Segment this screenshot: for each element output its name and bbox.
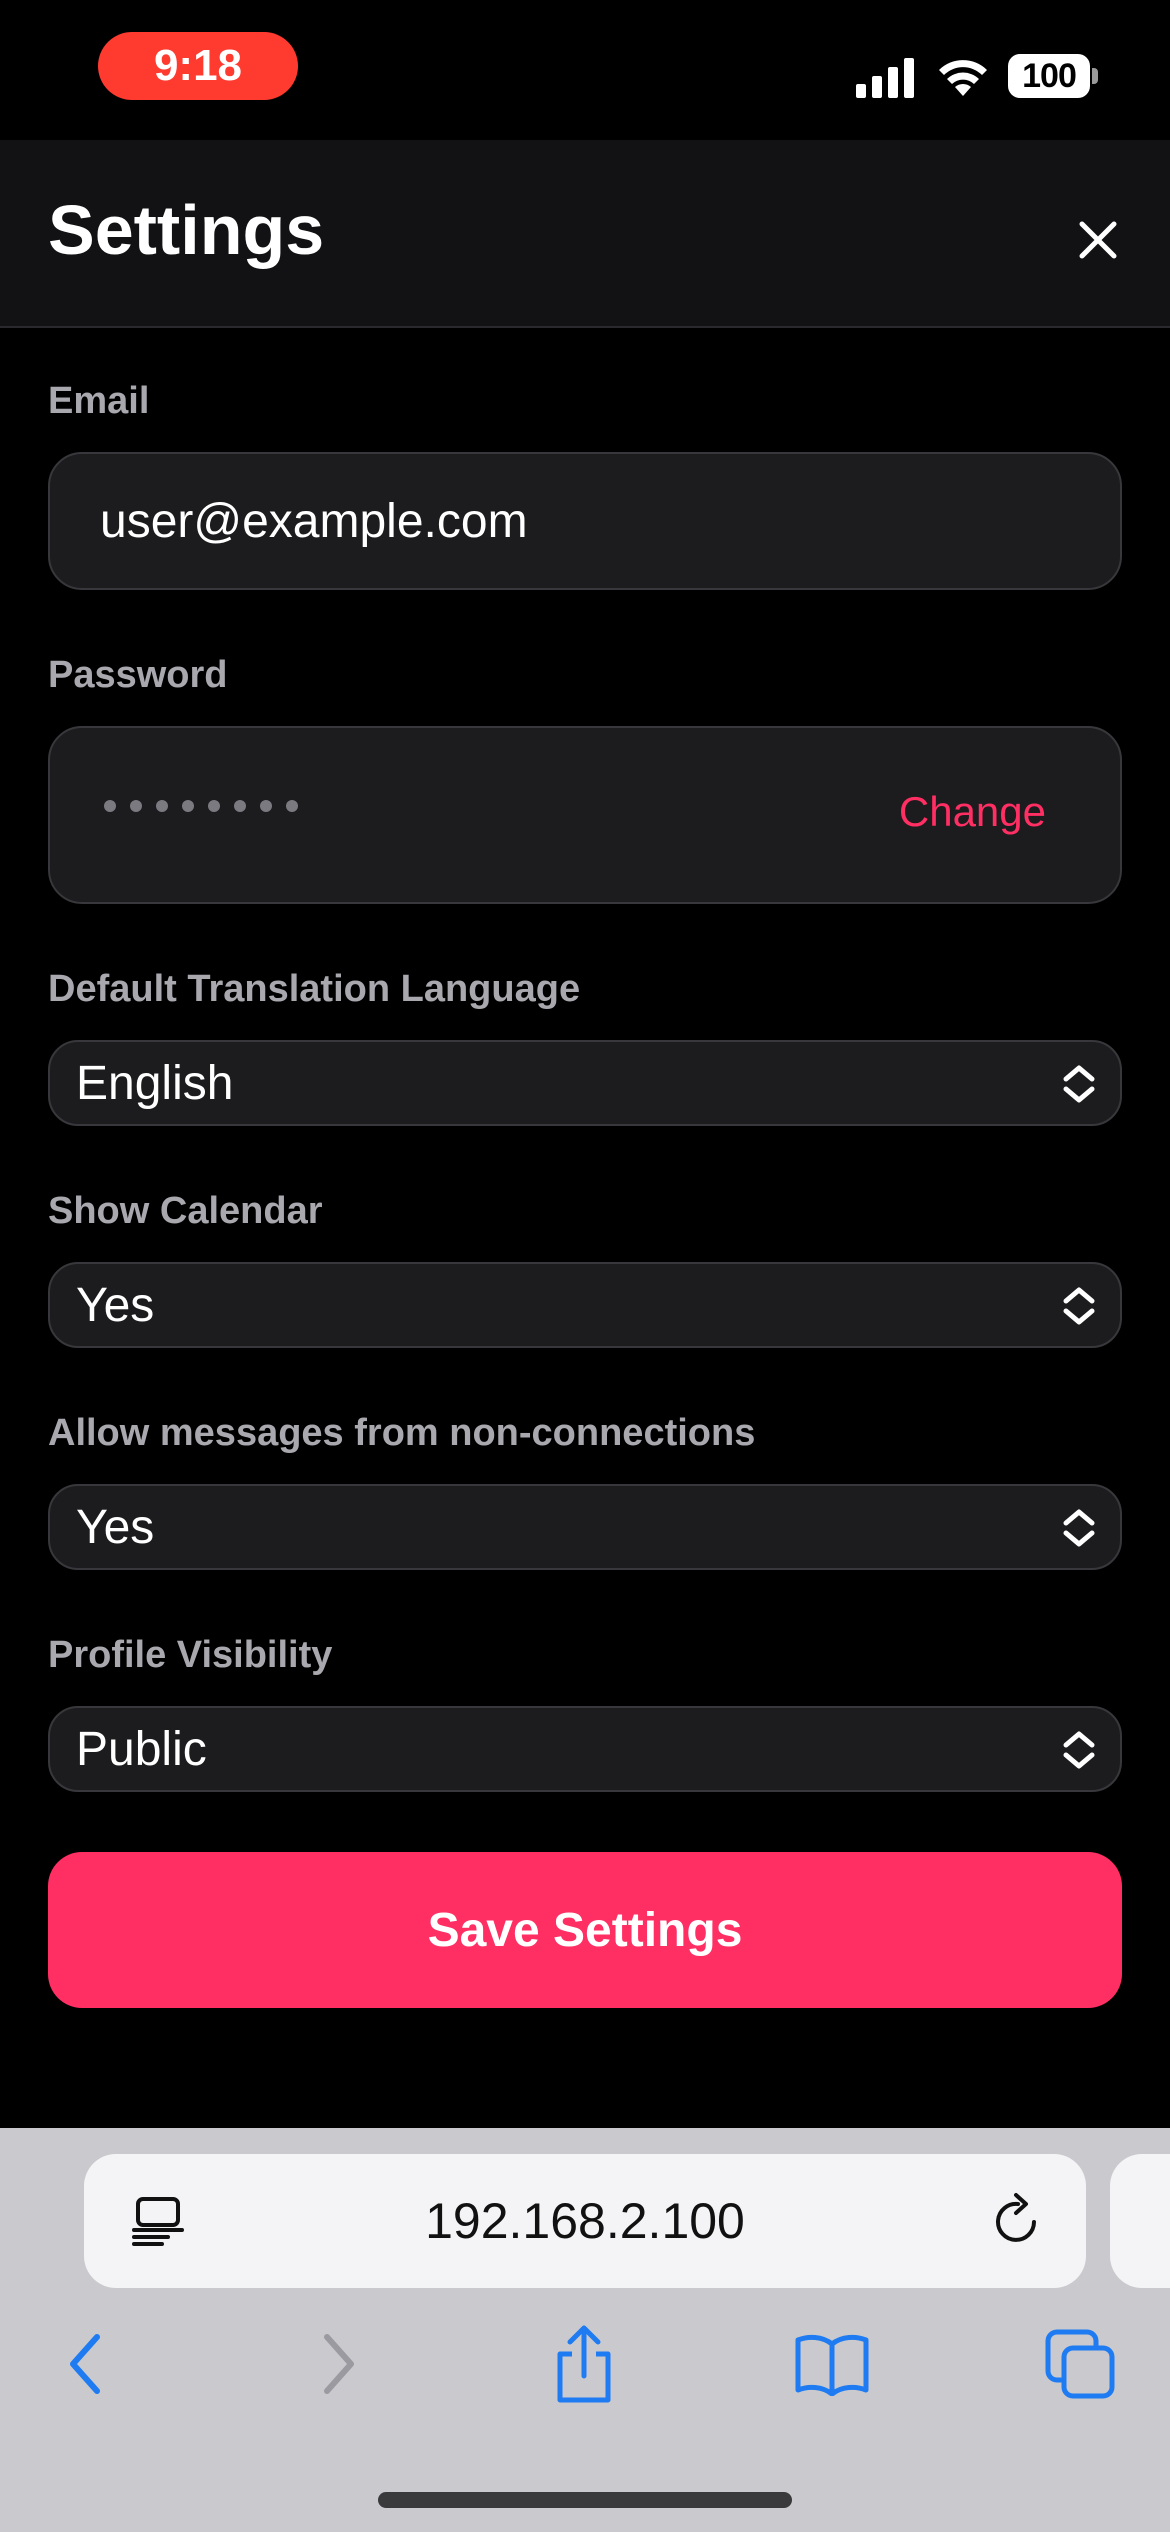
translation-language-value: English [76, 1057, 234, 1110]
wifi-icon [939, 60, 987, 96]
show-calendar-select[interactable]: Yes [48, 1262, 1122, 1348]
close-icon [1079, 221, 1117, 259]
battery-indicator: 100 [1008, 54, 1090, 98]
profile-visibility-value: Public [76, 1723, 207, 1776]
tabs-icon [1045, 2329, 1115, 2399]
home-indicator [378, 2492, 792, 2508]
address-bar[interactable]: 192.168.2.100 [84, 2154, 1086, 2288]
chevron-up-down-icon [1063, 1287, 1095, 1325]
chevron-up-down-icon [1063, 1509, 1095, 1547]
status-time[interactable]: 9:18 [98, 32, 298, 100]
email-label: Email [48, 380, 150, 422]
email-field[interactable]: user@example.com [48, 452, 1122, 590]
chevron-up-down-icon [1063, 1731, 1095, 1769]
translation-language-label: Default Translation Language [48, 968, 581, 1010]
share-button[interactable] [544, 2324, 624, 2404]
forward-button[interactable] [298, 2324, 378, 2404]
back-button[interactable] [46, 2324, 126, 2404]
profile-visibility-label: Profile Visibility [48, 1634, 333, 1676]
show-calendar-label: Show Calendar [48, 1190, 323, 1232]
password-label: Password [48, 654, 228, 696]
browser-toolbar: 192.168.2.100 [0, 2128, 1170, 2532]
settings-screen: 9:18 100 Settings Email user@example.com… [0, 0, 1170, 2532]
allow-messages-label: Allow messages from non-connections [48, 1412, 756, 1454]
close-button[interactable] [1068, 210, 1128, 270]
battery-tip [1092, 68, 1098, 84]
allow-messages-select[interactable]: Yes [48, 1484, 1122, 1570]
profile-visibility-select[interactable]: Public [48, 1706, 1122, 1792]
password-masked-value [104, 800, 298, 812]
settings-header: Settings [0, 140, 1170, 328]
cellular-signal-icon [856, 58, 914, 98]
change-password-link[interactable]: Change [899, 788, 1046, 836]
show-calendar-value: Yes [76, 1279, 155, 1332]
save-settings-button[interactable]: Save Settings [48, 1852, 1122, 2008]
reload-icon[interactable] [990, 2192, 1046, 2252]
url-text: 192.168.2.100 [425, 2193, 745, 2249]
translation-language-select[interactable]: English [48, 1040, 1122, 1126]
page-title: Settings [48, 191, 325, 269]
status-bar: 9:18 100 [0, 0, 1170, 140]
back-icon [70, 2334, 100, 2394]
share-icon [557, 2325, 611, 2403]
tabs-button[interactable] [1040, 2324, 1120, 2404]
allow-messages-value: Yes [76, 1501, 155, 1554]
bookmarks-button[interactable] [792, 2324, 872, 2404]
next-tab-address-bar[interactable] [1110, 2154, 1170, 2288]
forward-icon [324, 2334, 354, 2394]
bookmarks-icon [795, 2334, 869, 2396]
password-field[interactable]: Change [48, 726, 1122, 904]
chevron-up-down-icon [1063, 1065, 1095, 1103]
